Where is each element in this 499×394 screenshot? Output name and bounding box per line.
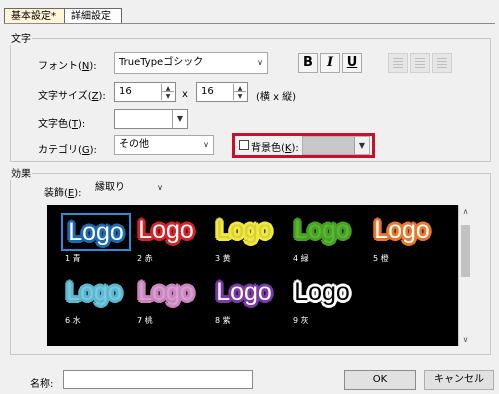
category-dropdown-value: その他 — [119, 139, 149, 150]
spin-up-icon: ▲ — [162, 84, 174, 92]
align-left-icon — [393, 58, 403, 70]
category-dropdown[interactable]: その他 ∨ — [114, 135, 214, 155]
style-tile[interactable]: Logo — [369, 213, 439, 251]
tab-advanced-settings[interactable]: 詳細設定 — [64, 8, 122, 24]
text-width-value: 16 — [119, 86, 132, 97]
font-dropdown-value: TrueTypeゴシック — [119, 57, 204, 68]
style-tile[interactable]: Logo — [289, 213, 359, 251]
text-height-value: 16 — [201, 86, 214, 97]
style-tile[interactable]: Logo — [211, 275, 281, 313]
style-caption: 6 水 — [65, 316, 81, 325]
category-label: カテゴリ(G): — [38, 145, 97, 156]
logo-sample: Logo — [66, 278, 122, 306]
logo-sample: Logo — [216, 278, 272, 306]
tab-basic-settings-label: 基本設定 — [11, 11, 51, 22]
text-height-spinner[interactable]: 16 ▲ ▼ — [196, 82, 248, 102]
text-color-label: 文字色(T): — [38, 119, 86, 130]
bold-button[interactable]: B — [298, 53, 318, 73]
effect-group-title: 効果 — [10, 165, 32, 180]
chevron-down-icon: ∨ — [203, 140, 209, 149]
tab-advanced-settings-label: 詳細設定 — [71, 11, 111, 22]
text-color-dropdown[interactable]: ▼ — [114, 109, 188, 129]
style-tile[interactable]: Logo — [133, 213, 203, 251]
decoration-dropdown[interactable]: 縁取り ∨ — [90, 178, 168, 198]
spin-down-icon: ▼ — [165, 93, 171, 100]
style-tile[interactable]: Logo — [211, 213, 281, 251]
align-center-button[interactable] — [410, 53, 430, 73]
height-spin-arrows[interactable]: ▲ ▼ — [233, 84, 246, 100]
bg-color-dropdown[interactable]: ▼ — [302, 136, 370, 155]
scroll-up-icon[interactable]: ∧ — [459, 207, 472, 216]
style-tile[interactable]: Logo — [289, 275, 359, 313]
text-group-title: 文字 — [10, 30, 32, 45]
style-tile[interactable]: Logo — [61, 213, 131, 251]
align-center-icon — [415, 58, 425, 70]
scroll-down-icon[interactable]: ∨ — [459, 335, 472, 344]
style-caption: 2 赤 — [137, 254, 153, 263]
text-size-label: 文字サイズ(Z): — [38, 91, 106, 102]
style-caption: 8 紫 — [215, 316, 231, 325]
style-caption: 4 緑 — [293, 254, 309, 263]
style-caption: 5 橙 — [373, 254, 389, 263]
preview-scrollbar[interactable]: ∧ ∨ — [458, 205, 472, 346]
style-tile[interactable]: Logo — [61, 275, 131, 313]
scroll-thumb[interactable] — [461, 225, 470, 277]
bg-color-label[interactable]: 背景色(K): — [251, 139, 299, 154]
size-hint: (横 x 縦) — [256, 92, 297, 103]
spin-down-icon: ▼ — [237, 93, 243, 100]
style-caption: 1 青 — [65, 254, 81, 263]
cancel-button[interactable]: キャンセル — [424, 370, 494, 390]
style-caption: 7 桃 — [137, 316, 153, 325]
logo-sample: Logo — [138, 278, 194, 306]
ok-button[interactable]: OK — [344, 370, 416, 390]
style-tile[interactable]: Logo — [133, 275, 203, 313]
font-label: フォント(N): — [38, 61, 97, 72]
font-dropdown[interactable]: TrueTypeゴシック ∨ — [114, 52, 268, 74]
dropdown-arrow-icon: ▼ — [172, 110, 187, 128]
style-caption: 9 灰 — [293, 316, 309, 325]
dropdown-arrow-icon: ▼ — [354, 137, 369, 154]
align-right-button[interactable] — [432, 53, 452, 73]
tab-divider — [4, 23, 495, 24]
logo-sample: Logo — [216, 216, 272, 244]
chevron-down-icon: ∨ — [257, 58, 263, 67]
logo-sample: Logo — [138, 216, 194, 244]
decoration-dropdown-value: 縁取り — [95, 182, 125, 193]
decoration-label: 装飾(E): — [44, 188, 82, 199]
align-left-button[interactable] — [388, 53, 408, 73]
logo-sample: Logo — [374, 216, 430, 244]
text-width-spinner[interactable]: 16 ▲ ▼ — [114, 82, 176, 102]
size-x-separator: x — [182, 89, 188, 100]
name-input[interactable] — [63, 370, 253, 389]
width-spin-arrows[interactable]: ▲ ▼ — [161, 84, 174, 100]
spin-up-icon: ▲ — [234, 84, 246, 92]
bg-color-checkbox[interactable] — [239, 140, 249, 150]
logo-sample: Logo — [68, 218, 124, 246]
tab-dirty-mark: * — [51, 11, 56, 22]
underline-button[interactable]: U — [342, 53, 362, 73]
logo-sample: Logo — [294, 216, 350, 244]
chevron-down-icon: ∨ — [157, 183, 163, 192]
italic-button[interactable]: I — [320, 53, 340, 73]
style-preview-grid[interactable]: ∧ ∨ Logo 1 青 Logo 2 赤 Logo 3 黄 Logo 4 緑 Logo 5 橙 L… — [47, 205, 472, 346]
logo-sample: Logo — [294, 278, 350, 306]
tab-basic-settings[interactable]: 基本設定* — [4, 8, 66, 24]
name-label: 名称: — [30, 379, 54, 390]
style-caption: 3 黄 — [215, 254, 231, 263]
align-right-icon — [437, 58, 447, 70]
